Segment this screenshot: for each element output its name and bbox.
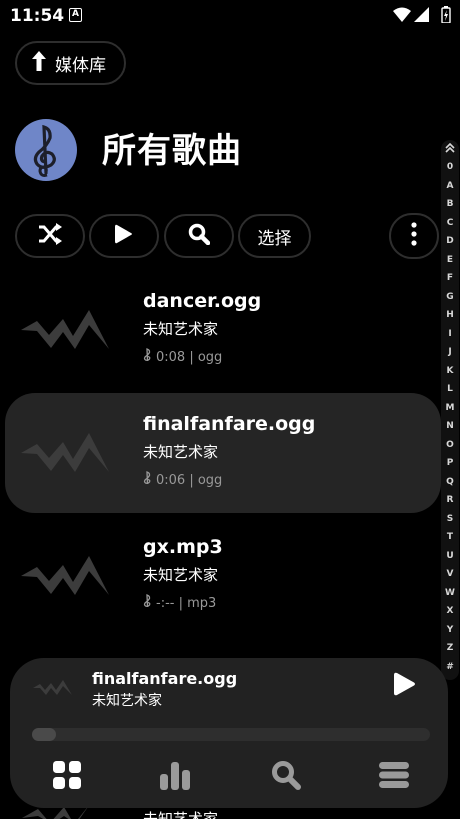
song-artist: 未知艺术家	[143, 566, 219, 584]
waveform-thumbnail-icon	[19, 550, 115, 608]
menu-icon[interactable]	[378, 759, 410, 791]
now-playing-bar[interactable]: finalfanfare.ogg 未知艺术家	[10, 658, 448, 808]
alphabet-index-item[interactable]: Q	[441, 477, 459, 487]
song-meta: -:-- | mp3	[143, 594, 216, 612]
alphabet-index-item[interactable]: C	[441, 218, 459, 228]
alphabet-index-item[interactable]: L	[441, 384, 459, 394]
back-button-label: 媒体库	[55, 55, 106, 76]
treble-clef-small-icon	[143, 594, 152, 612]
alphabet-index-item[interactable]: 0	[441, 162, 459, 172]
song-artist: 未知艺术家	[143, 320, 219, 338]
page-title: 所有歌曲	[102, 131, 242, 171]
song-row[interactable]: gx.mp3 未知艺术家 -:-- | mp3	[5, 516, 441, 636]
playback-progress-bar[interactable]	[32, 728, 430, 741]
alphabet-index-item[interactable]: A	[441, 181, 459, 191]
alphabet-index-item[interactable]: R	[441, 495, 459, 505]
search-songs-button[interactable]	[164, 214, 234, 258]
bar-chart-icon[interactable]	[159, 759, 191, 791]
alphabet-index-item[interactable]: T	[441, 532, 459, 542]
alphabet-index-item[interactable]: F	[441, 273, 459, 283]
select-button[interactable]: 选择	[238, 214, 311, 258]
alphabet-index-item[interactable]: G	[441, 292, 459, 302]
song-row[interactable]: dancer.ogg 未知艺术家 0:08 | ogg	[5, 270, 441, 390]
play-icon	[115, 224, 133, 248]
alphabet-index-item[interactable]: V	[441, 569, 459, 579]
song-duration-format: 0:08 | ogg	[156, 349, 223, 365]
alphabet-index-item[interactable]: J	[441, 347, 459, 357]
alphabet-index-item[interactable]: W	[441, 588, 459, 598]
now-playing-play-icon[interactable]	[394, 672, 416, 700]
alphabet-index-item[interactable]: Z	[441, 643, 459, 653]
arrow-up-icon	[31, 50, 47, 77]
grid-icon[interactable]	[51, 759, 83, 791]
now-playing-waveform-icon	[32, 678, 74, 702]
battery-icon	[441, 6, 451, 27]
select-button-label: 选择	[257, 228, 292, 249]
alphabet-index-item[interactable]: K	[441, 366, 459, 376]
alphabet-index-item[interactable]: X	[441, 606, 459, 616]
waveform-thumbnail-icon	[19, 427, 115, 485]
song-title: gx.mp3	[143, 536, 223, 558]
alphabet-index-item[interactable]: D	[441, 236, 459, 246]
alphabet-index-item[interactable]: O	[441, 440, 459, 450]
alphabet-index-item[interactable]: P	[441, 458, 459, 468]
scroll-top-icon[interactable]	[441, 142, 459, 156]
song-row-selected[interactable]: finalfanfare.ogg 未知艺术家 0:06 | ogg	[5, 393, 441, 513]
treble-clef-small-icon	[143, 348, 152, 366]
alphabet-index-item[interactable]: M	[441, 403, 459, 413]
song-artist: 未知艺术家	[143, 443, 219, 461]
alphabet-index-item[interactable]: S	[441, 514, 459, 524]
notification-icon: A	[69, 8, 82, 22]
now-playing-artist: 未知艺术家	[92, 693, 162, 709]
shuffle-icon	[37, 223, 63, 249]
alphabet-index-item[interactable]: I	[441, 329, 459, 339]
more-vertical-icon	[411, 222, 417, 250]
treble-clef-icon	[15, 119, 77, 181]
alphabet-index-item[interactable]: B	[441, 199, 459, 209]
alphabet-index-item[interactable]: #	[441, 662, 459, 672]
back-to-library-button[interactable]: 媒体库	[15, 41, 126, 85]
alphabet-index-item[interactable]: H	[441, 310, 459, 320]
alphabet-index-item[interactable]: Y	[441, 625, 459, 635]
alphabet-scroller[interactable]: 0 A B C D E F G H I J K L M N O P Q R S T U V W X Y Z #	[441, 140, 459, 680]
play-all-button[interactable]	[89, 214, 159, 258]
wifi-icon	[393, 7, 411, 26]
more-options-button[interactable]	[389, 213, 439, 259]
search-icon[interactable]	[270, 759, 302, 791]
shuffle-button[interactable]	[15, 214, 85, 258]
song-duration-format: 0:06 | ogg	[156, 472, 223, 488]
alphabet-index-item[interactable]: N	[441, 421, 459, 431]
playback-progress-fill	[32, 728, 56, 741]
now-playing-title: finalfanfare.ogg	[92, 669, 238, 688]
alphabet-index-item[interactable]: U	[441, 551, 459, 561]
search-icon	[188, 223, 211, 249]
song-artist: 未知艺术家	[143, 810, 219, 819]
song-meta: 0:06 | ogg	[143, 471, 222, 489]
song-title: finalfanfare.ogg	[143, 413, 316, 435]
treble-clef-small-icon	[143, 471, 152, 489]
status-time: 11:54	[10, 6, 65, 26]
waveform-thumbnail-icon	[19, 304, 115, 362]
alphabet-index-item[interactable]: E	[441, 255, 459, 265]
song-meta: 0:08 | ogg	[143, 348, 222, 366]
song-duration-format: -:-- | mp3	[156, 595, 217, 611]
song-title: dancer.ogg	[143, 290, 262, 312]
signal-icon	[414, 7, 429, 26]
